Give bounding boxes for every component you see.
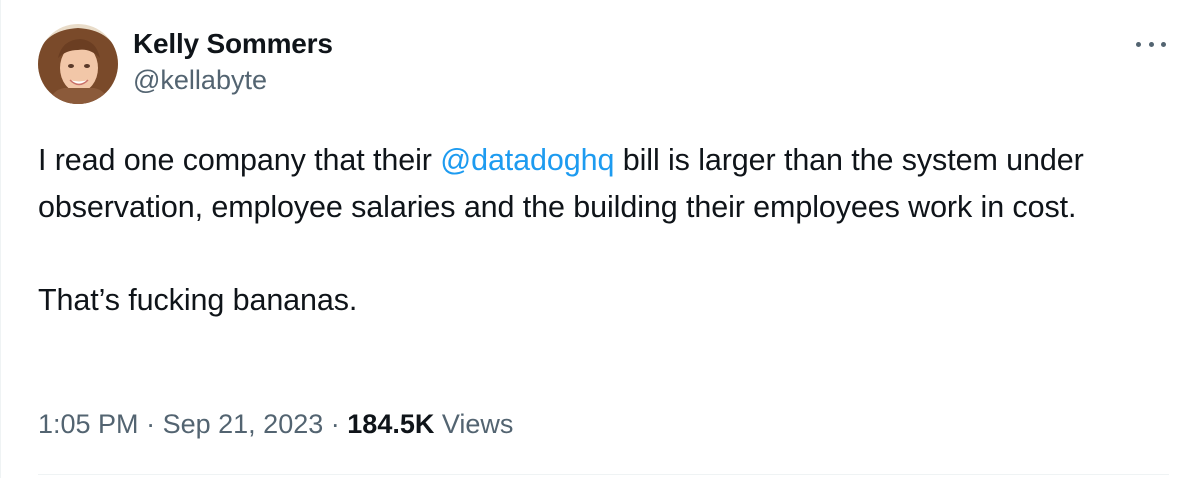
views-count[interactable]: 184.5K <box>347 409 434 439</box>
tweet-text-segment: I read one company that their <box>38 143 441 177</box>
author-display-name[interactable]: Kelly Sommers <box>133 27 333 61</box>
tweet-text: I read one company that their @datadoghq… <box>38 137 1158 323</box>
meta-separator: · <box>330 409 340 439</box>
meta-separator: · <box>146 409 156 439</box>
tweet-meta: 1:05 PM · Sep 21, 2023 · 184.5K Views <box>38 406 513 442</box>
divider <box>38 474 1169 475</box>
tweet-paragraph: I read one company that their @datadoghq… <box>38 137 1158 230</box>
tweet-card: Kelly Sommers @kellabyte I read one comp… <box>0 0 1202 478</box>
tweet-time[interactable]: 1:05 PM <box>38 409 139 439</box>
more-horizontal-icon <box>1161 41 1166 47</box>
tweet-date[interactable]: Sep 21, 2023 <box>163 409 324 439</box>
tweet-paragraph: That’s fucking bananas. <box>38 282 358 317</box>
views-label[interactable]: Views <box>442 409 514 439</box>
avatar[interactable] <box>38 24 118 104</box>
avatar-image <box>38 24 118 104</box>
more-horizontal-icon <box>1136 41 1141 47</box>
mention-link[interactable]: @datadoghq <box>440 143 614 177</box>
author-handle[interactable]: @kellabyte <box>133 63 333 97</box>
more-button[interactable] <box>1136 33 1166 55</box>
tweet-header: Kelly Sommers @kellabyte <box>38 23 333 105</box>
more-horizontal-icon <box>1148 41 1154 47</box>
author-names: Kelly Sommers @kellabyte <box>133 27 333 97</box>
